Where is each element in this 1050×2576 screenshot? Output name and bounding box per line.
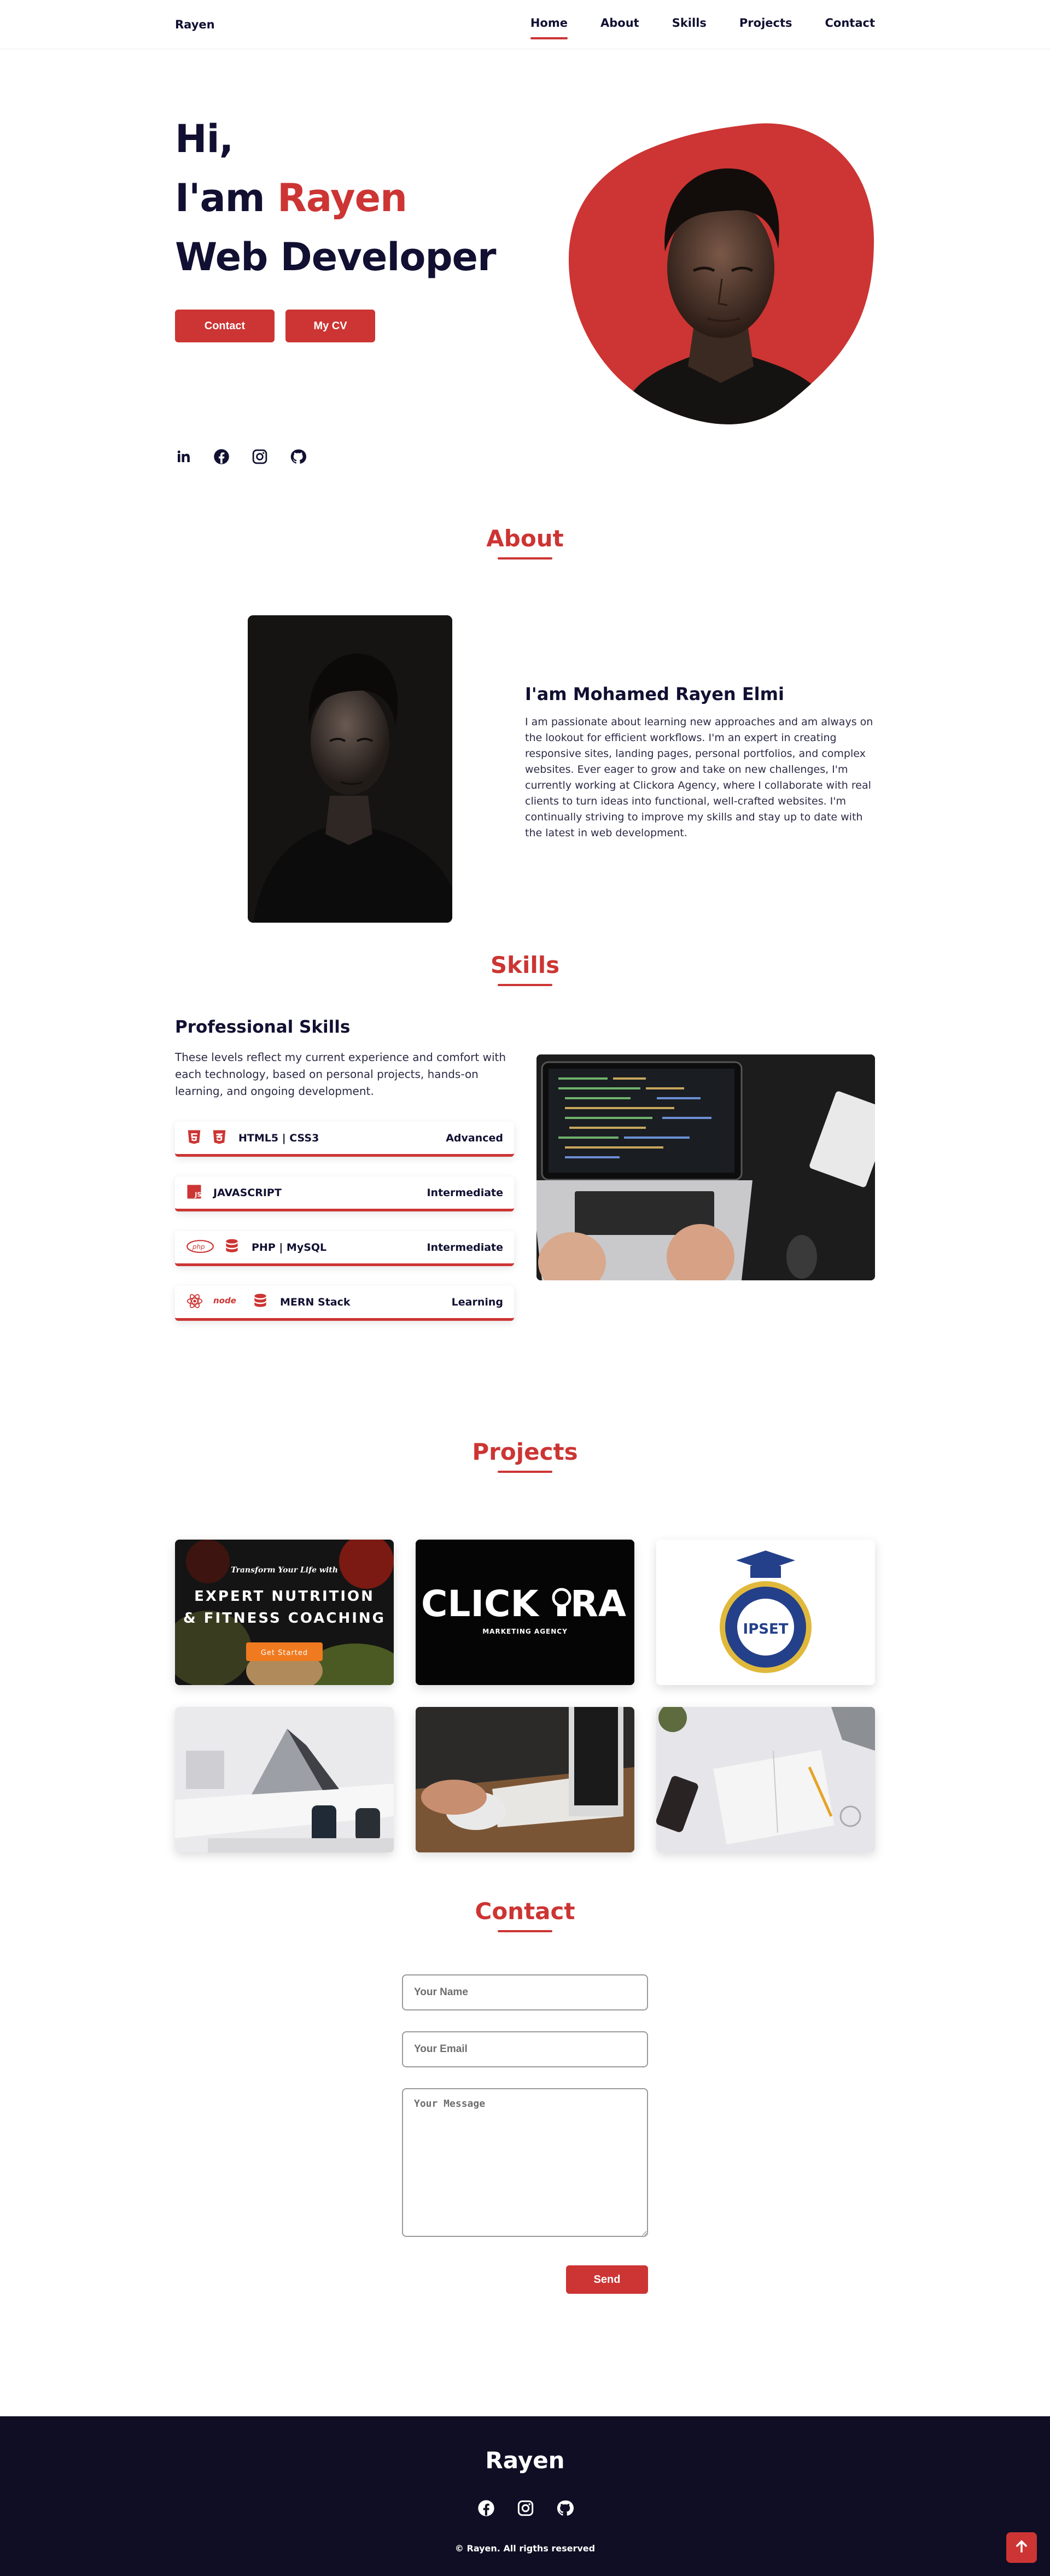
skill-card-javascript: JS JAVASCRIPT Intermediate: [175, 1176, 514, 1211]
hero-social-links: [175, 448, 306, 465]
contact-form: Send: [402, 1974, 648, 2294]
skill-level: Learning: [451, 1296, 503, 1308]
javascript-icon: JS: [186, 1184, 202, 1202]
skills-list: Professional Skills These levels reflect…: [175, 1017, 514, 1341]
contact-section: Contact Send: [0, 1898, 1050, 2324]
nav-link-projects[interactable]: Projects: [739, 16, 792, 33]
project-card-clickora[interactable]: CLICK RA MARKETING AGENCY: [416, 1540, 634, 1685]
skill-level: Intermediate: [427, 1241, 503, 1254]
html5-icon: [186, 1129, 202, 1147]
about-section: About I'am Mohamed Rayen Elmi I am passi…: [0, 487, 1050, 941]
hero-section: Hi, I'am Rayen Web Developer Contact My …: [0, 49, 1050, 487]
skill-name: MERN Stack: [280, 1296, 351, 1308]
skill-card-html-css: HTML5 | CSS3 Advanced: [175, 1122, 514, 1157]
project-fitness-cta: Get Started: [261, 1649, 308, 1657]
project-card-fitness[interactable]: Transform Your Life with EXPERT NUTRITIO…: [175, 1540, 394, 1685]
instagram-icon[interactable]: [252, 448, 268, 465]
email-field[interactable]: [402, 2031, 648, 2067]
clickora-subtitle: MARKETING AGENCY: [482, 1628, 568, 1635]
skill-level: Intermediate: [427, 1186, 503, 1199]
project-card-mouse[interactable]: [416, 1707, 634, 1852]
github-icon[interactable]: [290, 448, 306, 465]
css3-icon: [211, 1129, 228, 1147]
brand-logo[interactable]: Rayen: [175, 18, 215, 31]
clickora-logo-text: CLICK: [421, 1583, 540, 1625]
node-icon: node: [212, 1295, 243, 1310]
hero-name-prefix: I'am: [175, 176, 278, 220]
footer-social-links: [0, 2499, 1050, 2516]
projects-grid: Transform Your Life with EXPERT NUTRITIO…: [175, 1540, 875, 1852]
project-card-ipset[interactable]: IPSET: [656, 1540, 875, 1685]
svg-text:JS: JS: [194, 1191, 201, 1198]
skills-paragraph: These levels reflect my current experien…: [175, 1051, 506, 1098]
scroll-to-top-button[interactable]: [1006, 2532, 1037, 2563]
svg-text:node: node: [213, 1296, 236, 1306]
about-heading: I'am Mohamed Rayen Elmi: [525, 684, 784, 704]
hero-buttons: Contact My CV: [175, 310, 375, 342]
about-paragraph: I am passionate about learning new appro…: [525, 716, 873, 839]
project-card-desk[interactable]: [175, 1707, 394, 1852]
send-button[interactable]: Send: [566, 2265, 648, 2294]
skill-card-php-mysql: php PHP | MySQL Intermediate: [175, 1231, 514, 1266]
message-field[interactable]: [402, 2088, 648, 2237]
projects-section: Projects Transform Your Life with EXPERT…: [0, 1433, 1050, 1898]
skill-level: Advanced: [446, 1132, 503, 1144]
cv-button[interactable]: My CV: [285, 310, 375, 342]
footer: Rayen © Rayen. All rigths reserved: [0, 2416, 1050, 2576]
nav-link-skills[interactable]: Skills: [672, 16, 707, 33]
nav-links: Home About Skills Projects Contact: [530, 16, 876, 39]
name-field[interactable]: [402, 1974, 648, 2010]
facebook-icon[interactable]: [213, 448, 230, 465]
skill-card-mern: node MERN Stack Learning: [175, 1286, 514, 1321]
facebook-icon[interactable]: [477, 2499, 494, 2516]
navbar: Rayen Home About Skills Projects Contact: [0, 0, 1050, 49]
hero-name: Rayen: [277, 176, 407, 220]
react-icon: [186, 1292, 203, 1312]
hero-profile-image: [568, 120, 875, 427]
nav-link-contact[interactable]: Contact: [825, 16, 876, 33]
skill-name: HTML5 | CSS3: [238, 1132, 319, 1144]
hero-role: Web Developer: [175, 235, 497, 279]
nav-link-about[interactable]: About: [600, 16, 639, 33]
project-fitness-line2: & FITNESS COACHING: [183, 1610, 386, 1627]
project-fitness-tagline: Transform Your Life with: [231, 1566, 338, 1575]
skill-name: PHP | MySQL: [252, 1241, 327, 1254]
contact-button[interactable]: Contact: [175, 310, 275, 342]
ipset-logo-text: IPSET: [743, 1621, 789, 1637]
php-icon: php: [186, 1239, 214, 1256]
project-card-notebook[interactable]: [656, 1707, 875, 1852]
database-icon: [223, 1238, 241, 1257]
about-portrait-image: [248, 615, 452, 923]
hero-name-line: I'am Rayen: [175, 168, 496, 228]
database-icon: [252, 1292, 269, 1312]
project-fitness-line1: EXPERT NUTRITION: [194, 1588, 375, 1605]
skill-name: JAVASCRIPT: [213, 1186, 282, 1199]
skills-laptop-image: [536, 1054, 875, 1280]
arrow-up-icon: [1014, 2539, 1029, 2556]
hero-headline: Hi, I'am Rayen Web Developer: [175, 109, 497, 287]
about-text: I'am Mohamed Rayen Elmi I am passionate …: [525, 684, 875, 841]
github-icon[interactable]: [556, 2499, 574, 2516]
clickora-logo-end: RA: [570, 1583, 626, 1625]
footer-copyright: © Rayen. All rigths reserved: [454, 2543, 596, 2554]
hero-greeting: Hi,: [175, 116, 234, 161]
nav-link-home[interactable]: Home: [530, 16, 568, 39]
footer-brand: Rayen: [485, 2447, 565, 2474]
skills-heading: Professional Skills: [175, 1017, 351, 1037]
skills-section: Skills Professional Skills These levels …: [0, 941, 1050, 1433]
svg-text:php: php: [192, 1243, 205, 1250]
instagram-icon[interactable]: [517, 2499, 534, 2516]
linkedin-icon[interactable]: [175, 448, 191, 465]
